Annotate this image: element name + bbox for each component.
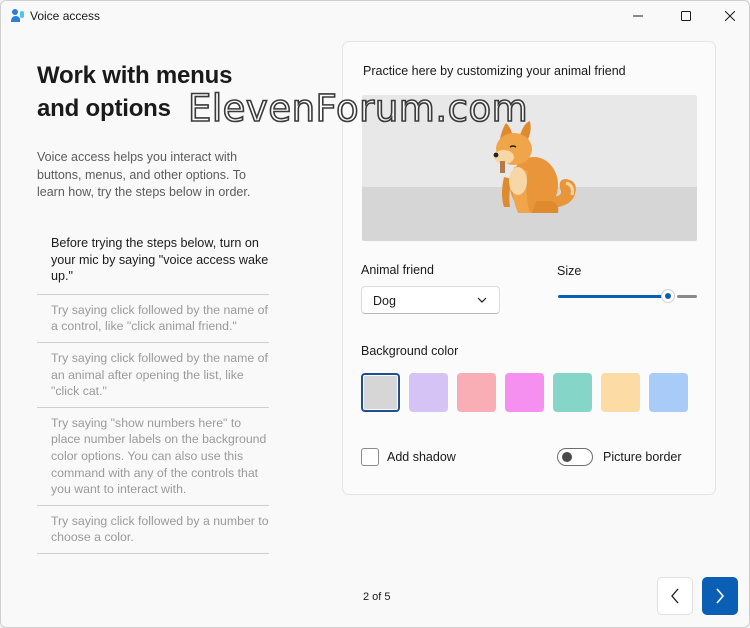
add-shadow-checkbox[interactable] bbox=[361, 448, 379, 466]
close-button[interactable] bbox=[707, 1, 749, 31]
dog-illustration bbox=[493, 121, 576, 213]
size-label: Size bbox=[557, 264, 582, 278]
animal-friend-dropdown[interactable]: Dog bbox=[361, 286, 500, 314]
step-item-3: Try saying click followed by the name of… bbox=[37, 343, 269, 408]
color-swatch-2[interactable] bbox=[409, 373, 448, 412]
size-slider[interactable] bbox=[558, 289, 697, 303]
page-description: Voice access helps you interact with but… bbox=[37, 150, 251, 199]
minimize-icon bbox=[633, 15, 643, 17]
color-swatch-7[interactable] bbox=[649, 373, 688, 412]
steps-list: Before trying the steps below, turn on y… bbox=[37, 228, 269, 554]
chevron-down-icon bbox=[477, 297, 487, 303]
color-swatch-5[interactable] bbox=[553, 373, 592, 412]
window-title: Voice access bbox=[30, 9, 101, 23]
background-color-label: Background color bbox=[361, 344, 459, 358]
color-swatch-3[interactable] bbox=[457, 373, 496, 412]
step-item-1: Before trying the steps below, turn on y… bbox=[37, 228, 269, 295]
intro-section: Work with menus and options Voice access… bbox=[37, 59, 277, 202]
toggle-knob bbox=[562, 452, 572, 462]
chevron-right-icon bbox=[716, 588, 725, 604]
maximize-button[interactable] bbox=[663, 1, 709, 31]
voice-access-window: Voice access Work with menus and options… bbox=[0, 0, 750, 628]
picture-border-option[interactable]: Picture border bbox=[557, 448, 682, 466]
maximize-icon bbox=[681, 11, 691, 21]
color-swatch-6[interactable] bbox=[601, 373, 640, 412]
watermark-text: ElevenForum.com bbox=[187, 86, 529, 131]
voice-access-icon bbox=[10, 8, 26, 24]
previous-button[interactable] bbox=[657, 577, 693, 615]
close-icon bbox=[725, 11, 735, 21]
step-item-4: Try saying "show numbers here" to place … bbox=[37, 408, 269, 506]
step-item-5: Try saying click followed by a number to… bbox=[37, 506, 269, 554]
title-bar: Voice access bbox=[1, 1, 749, 31]
slider-fill bbox=[558, 295, 663, 298]
background-color-swatches bbox=[361, 373, 688, 412]
slider-track bbox=[677, 295, 697, 298]
add-shadow-label: Add shadow bbox=[387, 450, 456, 464]
picture-border-toggle[interactable] bbox=[557, 448, 593, 466]
step-item-2: Try saying click followed by the name of… bbox=[37, 295, 269, 343]
picture-border-label: Picture border bbox=[603, 450, 682, 464]
animal-friend-label: Animal friend bbox=[361, 263, 434, 277]
next-button[interactable] bbox=[702, 577, 738, 615]
color-swatch-1[interactable] bbox=[361, 373, 400, 412]
slider-thumb[interactable] bbox=[661, 289, 675, 303]
practice-title: Practice here by customizing your animal… bbox=[363, 64, 626, 78]
minimize-button[interactable] bbox=[615, 1, 661, 31]
chevron-left-icon bbox=[671, 588, 679, 604]
add-shadow-option[interactable]: Add shadow bbox=[361, 448, 456, 466]
animal-friend-value: Dog bbox=[373, 294, 396, 308]
color-swatch-4[interactable] bbox=[505, 373, 544, 412]
page-indicator: 2 of 5 bbox=[363, 591, 391, 603]
